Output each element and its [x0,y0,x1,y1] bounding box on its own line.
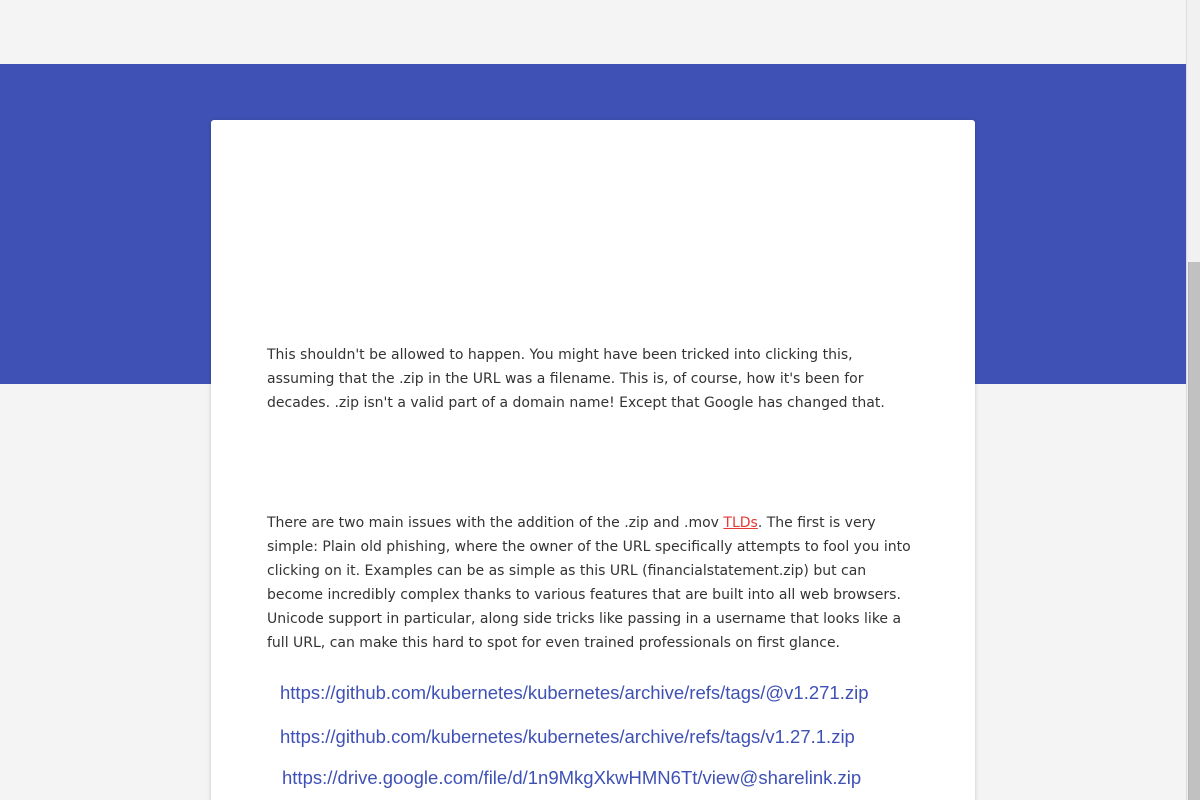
paragraph-2-text-end: . The first is very simple: Plain old ph… [267,515,911,651]
article-paragraph-2: There are two main issues with the addit… [267,511,917,655]
article-paragraph-1: This shouldn't be allowed to happen. You… [267,347,885,411]
example-url-link-2[interactable]: https://github.com/kubernetes/kubernetes… [280,726,855,748]
page: This shouldn't be allowed to happen. You… [0,0,1200,800]
example-url-link-3[interactable]: https://drive.google.com/file/d/1n9MkgXk… [282,767,861,789]
paragraph-2-text-start: There are two main issues with the addit… [267,515,724,531]
article-card: This shouldn't be allowed to happen. You… [211,120,975,800]
vertical-scrollbar[interactable] [1186,0,1200,800]
scrollbar-thumb[interactable] [1188,262,1200,800]
top-strip [0,0,1186,64]
example-url-link-1[interactable]: https://github.com/kubernetes/kubernetes… [280,682,869,704]
tlds-link[interactable]: TLDs [723,515,757,531]
